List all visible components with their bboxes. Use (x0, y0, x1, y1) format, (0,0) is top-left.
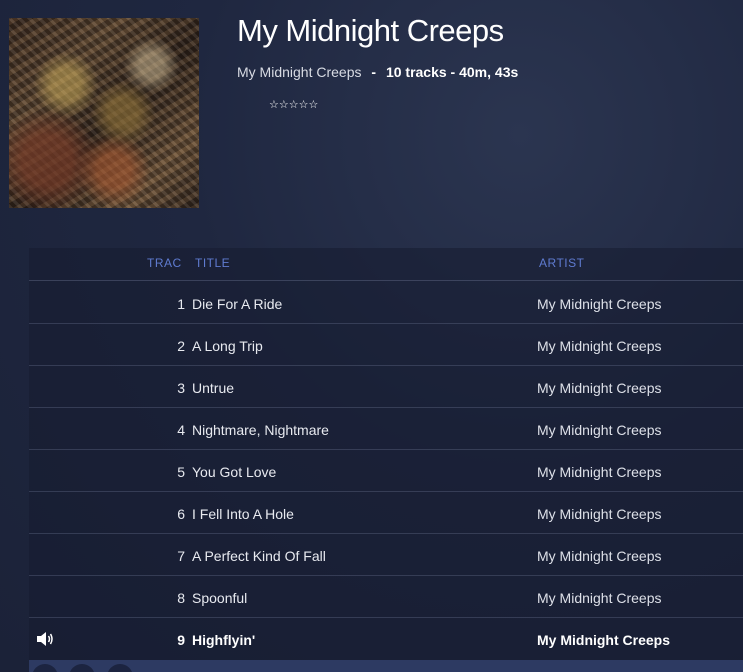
track-number: 6 (177, 506, 185, 522)
track-title: A Long Trip (192, 338, 263, 354)
track-title: Spoonful (192, 590, 248, 606)
track-table: TRAC TITLE ARTIST 1 Die For A Ride My Mi… (29, 248, 743, 672)
track-row[interactable]: 2 A Long Trip My Midnight Creeps (29, 324, 743, 366)
track-artist: My Midnight Creeps (537, 506, 662, 522)
track-row[interactable]: 5 You Got Love My Midnight Creeps (29, 450, 743, 492)
track-number: 5 (177, 464, 185, 480)
star-rating[interactable]: ☆☆☆☆☆ (269, 98, 318, 111)
track-title: Untrue (192, 380, 235, 396)
speaker-icon (37, 632, 53, 646)
track-artist: My Midnight Creeps (537, 380, 662, 396)
track-row[interactable]: 7 A Perfect Kind Of Fall My Midnight Cre… (29, 534, 743, 576)
track-artist: My Midnight Creeps (537, 632, 671, 648)
track-row[interactable]: 4 Nightmare, Nightmare My Midnight Creep… (29, 408, 743, 450)
track-number: 4 (177, 422, 185, 438)
album-track-info: 10 tracks - 40m, 43s (385, 64, 519, 80)
track-row[interactable]: 1 Die For A Ride My Midnight Creeps (29, 282, 743, 324)
previous-button[interactable] (32, 664, 58, 672)
track-row-now-playing[interactable]: 9 Highflyin' My Midnight Creeps (29, 618, 743, 660)
column-header-track[interactable]: TRAC (147, 256, 182, 270)
column-header-artist[interactable]: ARTIST (539, 256, 584, 270)
album-meta: My Midnight Creeps - 10 tracks - 40m, 43… (237, 64, 518, 80)
track-number: 3 (177, 380, 185, 396)
track-artist: My Midnight Creeps (537, 548, 662, 564)
track-title: Die For A Ride (192, 296, 283, 312)
album-artist-link[interactable]: My Midnight Creeps (237, 64, 362, 80)
track-title: A Perfect Kind Of Fall (192, 548, 326, 564)
track-number: 1 (177, 296, 185, 312)
track-artist: My Midnight Creeps (537, 464, 662, 480)
album-title: My Midnight Creeps (237, 13, 504, 48)
track-artist: My Midnight Creeps (537, 338, 662, 354)
table-header: TRAC TITLE ARTIST (29, 248, 743, 281)
track-row[interactable]: 6 I Fell Into A Hole My Midnight Creeps (29, 492, 743, 534)
column-header-title[interactable]: TITLE (195, 256, 230, 270)
meta-separator: - (371, 64, 377, 80)
track-artist: My Midnight Creeps (537, 590, 662, 606)
player-controls-bar (29, 660, 743, 672)
track-title: Nightmare, Nightmare (192, 422, 329, 438)
track-number: 7 (177, 548, 185, 564)
track-number: 2 (177, 338, 185, 354)
track-number: 8 (177, 590, 185, 606)
track-title: I Fell Into A Hole (192, 506, 294, 522)
play-pause-button[interactable] (69, 664, 95, 672)
track-artist: My Midnight Creeps (537, 296, 662, 312)
track-row[interactable]: 3 Untrue My Midnight Creeps (29, 366, 743, 408)
track-title: Highflyin' (192, 632, 256, 648)
track-number: 9 (177, 632, 185, 648)
track-artist: My Midnight Creeps (537, 422, 662, 438)
next-button[interactable] (107, 664, 133, 672)
track-row[interactable]: 8 Spoonful My Midnight Creeps (29, 576, 743, 618)
album-art[interactable] (9, 18, 199, 208)
track-title: You Got Love (192, 464, 277, 480)
